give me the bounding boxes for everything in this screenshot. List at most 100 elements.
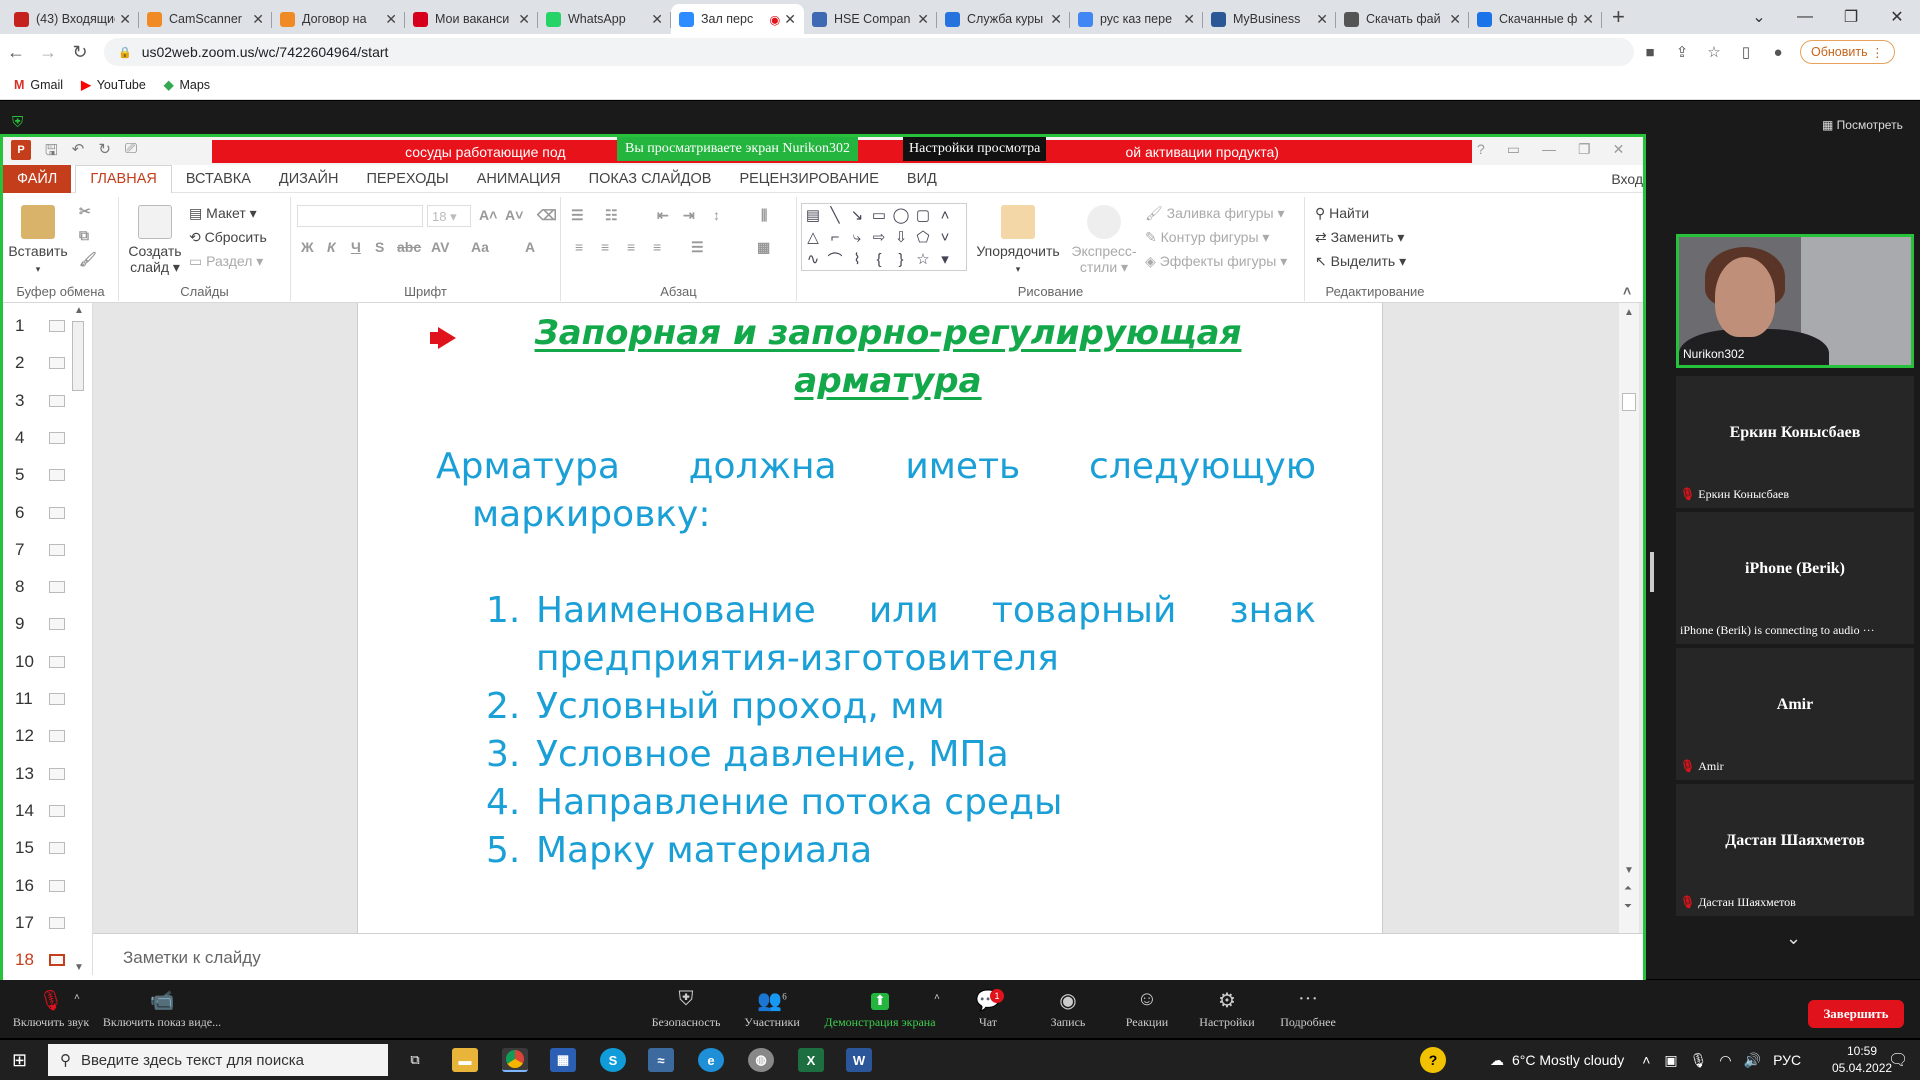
start-video-button[interactable]: 📹 Включить показ виде... [100,988,224,1030]
participant-tile[interactable]: Еркин Конысбаев 🎙 Еркин Конысбаев [1676,376,1914,508]
ribbon-tab[interactable]: ДИЗАЙН [265,165,353,193]
slide-title[interactable]: Запорная и запорно-регулирующая арматура [458,309,1318,405]
windows-start-icon[interactable]: ⊞ [12,1050,27,1071]
skype-icon[interactable]: S [600,1048,626,1072]
weather-text[interactable]: 6°C Mostly cloudy [1512,1052,1624,1068]
slide-thumbnail[interactable]: 3 [3,386,69,416]
copy-icon[interactable]: ⧉ [79,227,89,244]
brace-left-icon[interactable]: { [876,251,881,268]
record-button[interactable]: ◉ Запись [1036,988,1100,1030]
triangle-shape-icon[interactable]: △ [807,228,819,246]
ribbon-tab[interactable]: АНИМАЦИЯ [463,165,575,193]
numbering-icon[interactable]: ☷ [605,207,618,224]
paste-button[interactable]: Вставить ▾ [7,205,69,277]
slide-thumbnail[interactable]: 7 [3,535,69,565]
decrease-indent-icon[interactable]: ⇤ [657,207,669,224]
line-spacing-icon[interactable]: ↕ [713,207,720,223]
redo-icon[interactable]: ↻ [98,140,111,165]
slide-thumbnail[interactable]: 2 [3,348,69,378]
slide-numbered-list[interactable]: 1. Наименование или товарный знак предпри… [486,587,1316,875]
slide-scroll-up-icon[interactable]: ▲ [1624,307,1634,318]
smartart-icon[interactable]: ▦ [757,239,770,256]
participant-tile[interactable]: Amir 🎙 Amir [1676,648,1914,780]
font-color-icon[interactable]: A [525,239,535,255]
panel-divider-handle[interactable] [1650,552,1654,592]
more-button[interactable]: ··· Подробнее [1272,988,1344,1030]
word-icon[interactable]: W [846,1048,872,1072]
shapes-gallery[interactable]: ▤ ╲ ↘ ▭ ◯ ▢ ˄ △ ⌐ ⤷ ⇨ ⇩ ⬠ ˅ ∿ ⌒ ⌇ {} ☆ ▾ [801,203,967,271]
arrow-shape-icon[interactable]: ↘ [851,206,864,224]
slide-thumbnail[interactable]: 11 [3,684,69,714]
scroll-down-icon[interactable]: ˅ [941,229,950,246]
reset-button[interactable]: ⟲ Сбросить [189,229,267,246]
participants-button[interactable]: 👥6 Участники [728,988,816,1030]
elbow-shape-icon[interactable]: ⤷ [853,229,861,246]
curve-shape-icon[interactable]: ∿ [807,250,820,268]
slide-thumbnail[interactable]: 14 [3,796,69,826]
microphone-icon[interactable]: 🎙 [1690,1052,1708,1069]
current-slide[interactable]: Запорная и запорно-регулирующая арматура… [357,303,1383,933]
thumbnail-scrollbar[interactable]: ▲ ▼ [71,305,85,973]
view-options-button[interactable]: ▦ Посмотреть [1822,118,1903,132]
slide-intro-text[interactable]: Арматура должна иметь следующую маркиров… [436,443,1316,539]
star-shape-icon[interactable]: ☆ [916,250,929,268]
share-options-caret-icon[interactable]: ˄ [934,992,940,1003]
close-tab-icon[interactable]: ✕ [917,11,929,28]
close-tab-icon[interactable]: ✕ [1582,11,1594,28]
pentagon-shape-icon[interactable]: ⬠ [916,228,929,246]
ribbon-tab[interactable]: ПЕРЕХОДЫ [352,165,462,193]
slideshow-icon[interactable]: ⎚ [125,140,137,165]
align-left-icon[interactable]: ≡ [575,239,583,255]
new-tab-icon[interactable]: + [1612,4,1625,30]
camera-blocked-icon[interactable]: ■ [1634,44,1666,61]
more-shapes-icon[interactable]: ▾ [941,250,949,268]
shape-effects-button[interactable]: ◈ Эффекты фигуры ▾ [1145,253,1287,270]
settings-button[interactable]: ⚙ Настройки [1190,988,1264,1030]
close-tab-icon[interactable]: ✕ [1183,11,1195,28]
volume-icon[interactable]: 🔊 [1744,1052,1761,1069]
slide-thumbnail[interactable]: 13 [3,759,69,789]
align-right-icon[interactable]: ≡ [627,239,635,255]
next-slide-icon[interactable]: ⏷ [1624,901,1632,912]
excel-icon[interactable]: X [798,1048,824,1072]
chevron-down-icon[interactable]: ⌄ [1786,928,1801,949]
columns-icon[interactable]: ⫼ [761,207,767,224]
arc-shape-icon[interactable]: ⌒ [827,249,842,270]
shape-fill-button[interactable]: 🖌 Заливка фигуры ▾ [1145,205,1285,222]
connector-shape-icon[interactable]: ⌐ [831,229,840,246]
ribbon-display-icon[interactable]: ▭ [1507,141,1520,158]
reload-button[interactable]: ↻ [64,42,96,63]
ppt-close-icon[interactable]: ✕ [1613,141,1625,158]
oval-shape-icon[interactable]: ◯ [893,206,910,224]
quick-styles-button[interactable]: Экспресс-стили ▾ [1065,205,1143,275]
task-view-icon[interactable]: ⧉ [402,1048,428,1072]
spacing-icon[interactable]: AV [431,239,449,255]
line-shape-icon[interactable]: ╲ [830,206,839,224]
shield-icon[interactable]: ⛨ [12,114,23,131]
slide-scroll-down-icon[interactable]: ▼ [1624,865,1634,876]
ribbon-tab[interactable]: ВСТАВКА [172,165,265,193]
browser-tab[interactable]: Служба куры ✕ [937,4,1070,34]
shape-outline-button[interactable]: ✎ Контур фигуры ▾ [1145,229,1269,246]
tray-expand-icon[interactable]: ˄ [1642,1052,1650,1068]
meet-now-icon[interactable]: ▣ [1664,1052,1677,1069]
clear-format-icon[interactable]: ⌫ [537,207,557,224]
scroll-down-arrow-icon[interactable]: ▼ [74,962,84,973]
change-case-icon[interactable]: Aa [471,239,489,255]
browser-tab[interactable]: MyBusiness ✕ [1203,4,1336,34]
cut-icon[interactable]: ✂ [79,203,91,220]
browser-tab[interactable]: рус каз пере ✕ [1070,4,1203,34]
participant-video-nurikon302[interactable]: Nurikon302 [1676,234,1914,368]
ribbon-tab[interactable]: ФАЙЛ [3,164,72,193]
browser-tab[interactable]: HSE Compan ✕ [804,4,937,34]
slide-thumbnail[interactable]: 16 [3,871,69,901]
select-button[interactable]: ↖ Выделить ▾ [1315,253,1406,270]
browser-tab[interactable]: Мои ваканси ✕ [405,4,538,34]
scroll-up-icon[interactable]: ˄ [941,207,950,224]
previous-slide-icon[interactable]: ⏶ [1624,883,1632,894]
save-icon[interactable]: 🖫 [45,140,58,165]
browser-tab[interactable]: Зал перс ◉ ✕ [671,4,804,34]
unmute-button[interactable]: 🎙 Включить звук [8,988,94,1030]
new-slide-button[interactable]: Создать слайд ▾ [127,205,183,275]
arrange-button[interactable]: Упорядочить ▾ [973,205,1063,277]
